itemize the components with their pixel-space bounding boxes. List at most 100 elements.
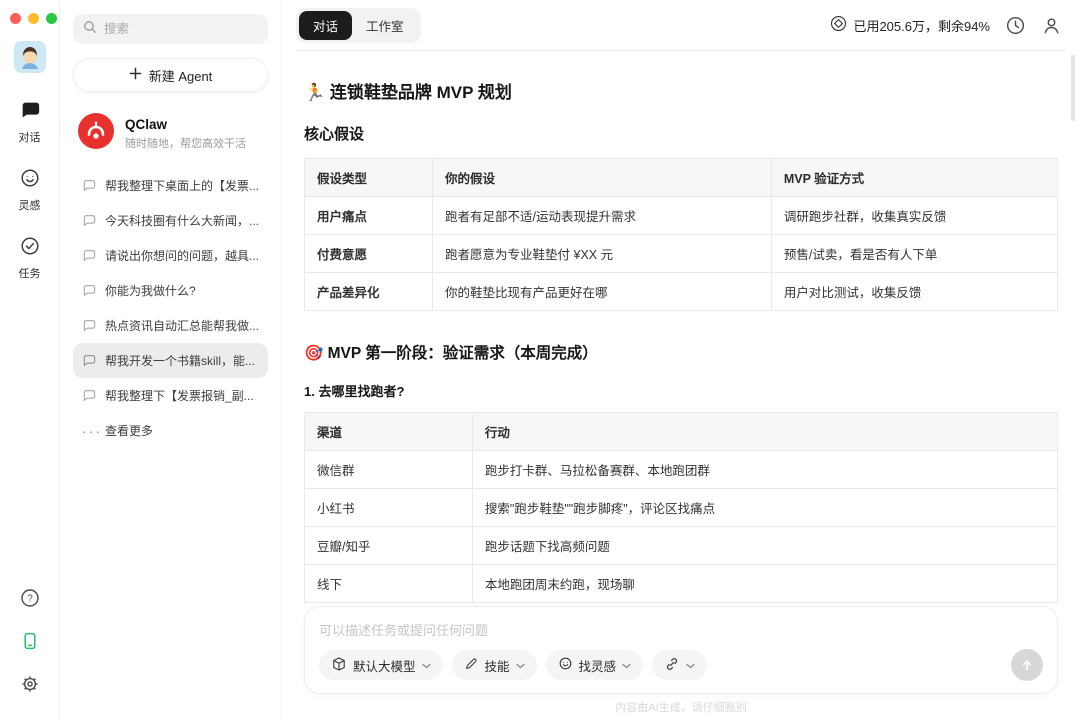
table-cell: 付费意愿 <box>304 234 434 273</box>
plus-icon <box>129 67 142 83</box>
history-item-label: 帮我整理下桌面上的【发票... <box>105 179 260 193</box>
mobile-button[interactable] <box>20 631 40 651</box>
profile-button[interactable] <box>1041 15 1062 36</box>
history-item[interactable]: 今天科技圈有什么大新闻，... <box>73 203 268 238</box>
send-button[interactable] <box>1011 649 1043 681</box>
rail-item-chat[interactable]: 对话 <box>19 99 41 145</box>
topbar: 对话 工作室 已用205.6万，剩余94% <box>282 0 1080 50</box>
task-check-icon <box>19 235 41 262</box>
chevron-down-icon <box>515 658 525 672</box>
traffic-light[interactable] <box>46 13 57 24</box>
inspiration-icon <box>19 167 41 194</box>
channels-table: 渠道 行动 微信群 跑步打卡群、马拉松备赛群、本地跑团群 小红书 搜索"跑步鞋垫""跑步脚… <box>304 412 1059 603</box>
view-tabs: 对话 工作室 <box>296 7 421 43</box>
agent-entry[interactable]: QClaw 随时随地，帮您高效干活 <box>73 107 268 160</box>
traffic-light[interactable] <box>28 13 39 24</box>
app-window: 对话 灵感 任务 ? 新建 Agent <box>0 0 1080 720</box>
table-row: 用户痛点 跑者有足部不适/运动表现提升需求 调研跑步社群，收集真实反馈 <box>304 196 1059 235</box>
composer-wrap: 可以描述任务或提问任何问题 默认大模型 技能 找灵感 <box>282 606 1080 694</box>
rail-item-label: 灵感 <box>18 200 41 212</box>
table-cell: 产品差异化 <box>304 272 434 311</box>
rail-menu: 对话 灵感 任务 <box>19 99 41 281</box>
main-area: 对话 工作室 已用205.6万，剩余94% 🏃 连锁鞋垫品牌 MVP 规划 核心… <box>282 0 1080 720</box>
skills-button-label: 技能 <box>484 659 510 674</box>
search-input[interactable] <box>104 22 259 36</box>
table-cell: 用户痛点 <box>304 196 434 235</box>
table-header-cell: MVP 验证方式 <box>770 158 1059 197</box>
table-cell: 跑步打卡群、马拉松备赛群、本地跑团群 <box>471 450 1059 489</box>
table-cell: 小红书 <box>304 488 473 527</box>
table-cell: 用户对比测试，收集反馈 <box>770 272 1059 311</box>
rail-item-label: 任务 <box>18 268 41 280</box>
table-row: 付费意愿 跑者愿意为专业鞋垫付 ¥XX 元预售/试卖，看是否有人下单 <box>304 234 1059 273</box>
table-cell: 搜索"跑步鞋垫""跑步脚疼"，评论区找痛点 <box>471 488 1059 527</box>
table-cell: 预售/试卖，看是否有人下单 <box>770 234 1059 273</box>
chat-icon <box>19 99 41 126</box>
pen-icon <box>464 656 479 674</box>
inspiration-button[interactable]: 找灵感 <box>545 650 644 680</box>
table-header-row: 假设类型 你的假设 MVP 验证方式 <box>304 158 1059 197</box>
history-item[interactable]: 热点资讯自动汇总能帮我做... <box>73 308 268 343</box>
usage-info: 已用205.6万，剩余94% <box>830 15 990 35</box>
section-heading: 核心假设 <box>304 126 365 143</box>
settings-button[interactable] <box>20 674 40 694</box>
history-button[interactable] <box>1005 15 1026 36</box>
history-item[interactable]: 你能为我做什么? <box>73 273 268 308</box>
usage-text: 已用205.6万，剩余94% <box>853 18 990 34</box>
subsection-heading: 1. 去哪里找跑者? <box>304 384 405 399</box>
chevron-down-icon <box>421 658 431 672</box>
show-more-label: 查看更多 <box>105 424 154 438</box>
table-header-cell: 行动 <box>471 412 1059 451</box>
table-cell: 本地跑团周末约跑，现场聊 <box>471 564 1059 603</box>
chat-bubble-icon <box>83 215 96 227</box>
chat-bubble-icon <box>83 180 96 192</box>
qclaw-logo-icon <box>77 112 115 155</box>
rail-item-label: 对话 <box>18 132 41 144</box>
table-row: 微信群 跑步打卡群、马拉松备赛群、本地跑团群 <box>304 450 1059 489</box>
history-item-label: 热点资讯自动汇总能帮我做... <box>105 319 260 333</box>
table-cell: 线下 <box>304 564 473 603</box>
chat-bubble-icon <box>83 390 96 402</box>
user-avatar[interactable] <box>13 41 46 73</box>
composer-input[interactable]: 可以描述任务或提问任何问题 <box>319 620 1043 639</box>
chevron-down-icon <box>622 658 631 672</box>
more-dots-icon: ··· <box>82 422 102 439</box>
table-cell: 跑者有足部不适/运动表现提升需求 <box>432 196 772 235</box>
history-item[interactable]: 帮我整理下【发票报销_副... <box>73 378 268 413</box>
history-item-label: 今天科技圈有什么大新闻，... <box>105 214 260 228</box>
inspiration-button-label: 找灵感 <box>578 659 617 674</box>
phone-icon <box>23 632 36 650</box>
chat-content: 🏃 连锁鞋垫品牌 MVP 规划 核心假设 假设类型 你的假设 MVP 验证方式 用户痛… <box>282 51 1080 606</box>
tab-chat[interactable]: 对话 <box>299 10 353 40</box>
question-icon: ? <box>20 589 39 607</box>
arrow-up-icon <box>1022 660 1032 671</box>
show-more-button[interactable]: ··· 查看更多 <box>73 413 268 448</box>
composer-toolbar: 默认大模型 技能 找灵感 <box>319 649 1043 681</box>
help-button[interactable]: ? <box>20 588 40 608</box>
person-icon <box>1044 17 1059 33</box>
history-item[interactable]: 请说出你想问的问题，越具... <box>73 238 268 273</box>
rail-item-tasks[interactable]: 任务 <box>19 235 41 281</box>
traffic-light[interactable] <box>10 13 21 24</box>
history-item-active[interactable]: 帮我开发一个书籍skill，能... <box>73 343 269 378</box>
rail-item-inspiration[interactable]: 灵感 <box>19 167 41 213</box>
svg-text:?: ? <box>27 594 33 605</box>
hypothesis-table: 假设类型 你的假设 MVP 验证方式 用户痛点 跑者有足部不适/运动表现提升需求 调研跑步… <box>304 158 1059 311</box>
table-row: 线下 本地跑团周末约跑，现场聊 <box>304 564 1059 603</box>
avatar-image <box>13 41 46 73</box>
history-item[interactable]: 帮我整理下桌面上的【发票... <box>73 168 268 203</box>
history-item-label: 请说出你想问的问题，越具... <box>105 249 260 263</box>
search-icon <box>83 20 97 39</box>
scrollbar[interactable] <box>1071 55 1075 121</box>
section-heading: 🎯 MVP 第一阶段：验证需求（本周完成） <box>304 345 598 362</box>
table-cell: 调研跑步社群，收集真实反馈 <box>770 196 1059 235</box>
skills-button[interactable]: 技能 <box>451 650 537 680</box>
new-agent-button[interactable]: 新建 Agent <box>73 58 269 92</box>
tab-studio[interactable]: 工作室 <box>352 11 418 40</box>
nav-rail: 对话 灵感 任务 ? <box>0 0 60 720</box>
table-cell: 跑步话题下找高频问题 <box>471 526 1059 565</box>
table-cell: 你的鞋垫比现有产品更好在哪 <box>432 272 772 311</box>
model-selector-label: 默认大模型 <box>353 659 416 674</box>
model-selector[interactable]: 默认大模型 <box>319 650 443 680</box>
attach-button[interactable] <box>652 650 708 680</box>
